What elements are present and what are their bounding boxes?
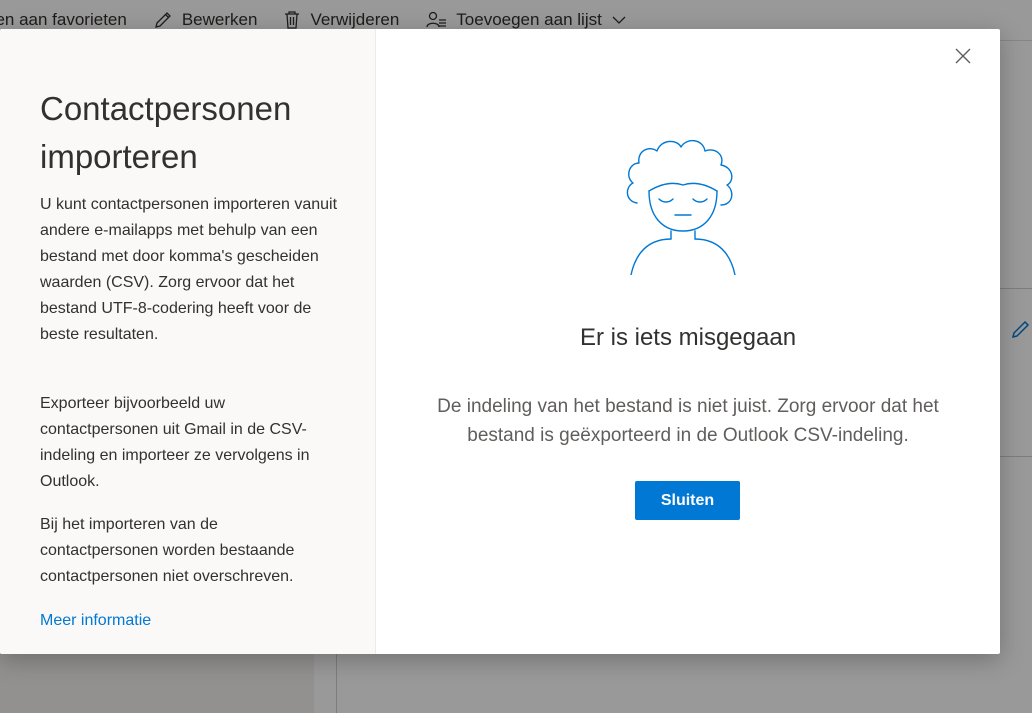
person-illustration (626, 140, 736, 275)
info-panel: Contactpersonen importeren U kunt contac… (0, 29, 376, 654)
more-info-link[interactable]: Meer informatie (40, 608, 151, 634)
error-title: Er is iets misgegaan (579, 324, 797, 351)
import-contacts-dialog: Contactpersonen importeren U kunt contac… (0, 29, 1000, 654)
dialog-title: Contactpersonen importeren (40, 90, 292, 175)
info-paragraph: U kunt contactpersonen importeren vanuit… (40, 196, 338, 343)
close-button[interactable] (950, 43, 976, 69)
close-dialog-button[interactable]: Sluiten (635, 481, 740, 520)
info-paragraph: Exporteer bijvoorbeeld uw contactpersone… (40, 395, 310, 490)
close-icon (955, 48, 971, 64)
error-message: De indeling van het bestand is niet juis… (437, 396, 939, 446)
info-paragraph: Bij het importeren van de contactpersone… (40, 516, 295, 585)
